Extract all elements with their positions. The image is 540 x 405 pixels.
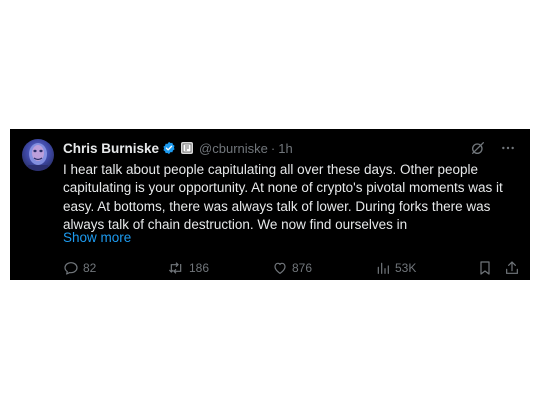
like-button[interactable]: 876 xyxy=(272,260,312,276)
tweet-timestamp[interactable]: 1h xyxy=(278,141,292,156)
bookmark-button[interactable] xyxy=(477,260,493,276)
author-handle[interactable]: @cburniske xyxy=(199,141,268,156)
verified-badge-icon xyxy=(162,141,176,155)
share-button[interactable] xyxy=(504,260,520,276)
repost-icon xyxy=(167,260,185,276)
reply-icon xyxy=(63,260,79,276)
bookmark-icon xyxy=(477,260,493,276)
tweet-top-actions xyxy=(470,140,516,161)
tweet-action-bar: 82 186 876 53K xyxy=(63,260,520,276)
author-name[interactable]: Chris Burniske xyxy=(63,141,159,156)
header-separator: · xyxy=(270,140,276,156)
grok-icon[interactable] xyxy=(470,140,486,161)
more-icon[interactable] xyxy=(500,140,516,161)
repost-button[interactable]: 186 xyxy=(167,260,209,276)
avatar[interactable] xyxy=(22,139,54,171)
tweet-card[interactable]: Chris Burniske @cburniske · 1h I hear ta… xyxy=(10,129,530,280)
reply-count: 82 xyxy=(83,261,97,275)
repost-count: 186 xyxy=(189,261,210,275)
views-button[interactable]: 53K xyxy=(375,260,416,276)
tweet-header: Chris Burniske @cburniske · 1h xyxy=(63,139,293,157)
share-icon xyxy=(504,260,520,276)
like-icon xyxy=(272,260,288,276)
like-count: 876 xyxy=(292,261,313,275)
tweet-text: I hear talk about people capitulating al… xyxy=(63,162,503,232)
views-icon xyxy=(375,260,391,276)
show-more-link[interactable]: Show more xyxy=(63,230,131,245)
views-count: 53K xyxy=(395,261,417,275)
reply-button[interactable]: 82 xyxy=(63,260,96,276)
avatar-image xyxy=(28,143,48,171)
affiliate-badge-icon[interactable] xyxy=(181,142,194,154)
